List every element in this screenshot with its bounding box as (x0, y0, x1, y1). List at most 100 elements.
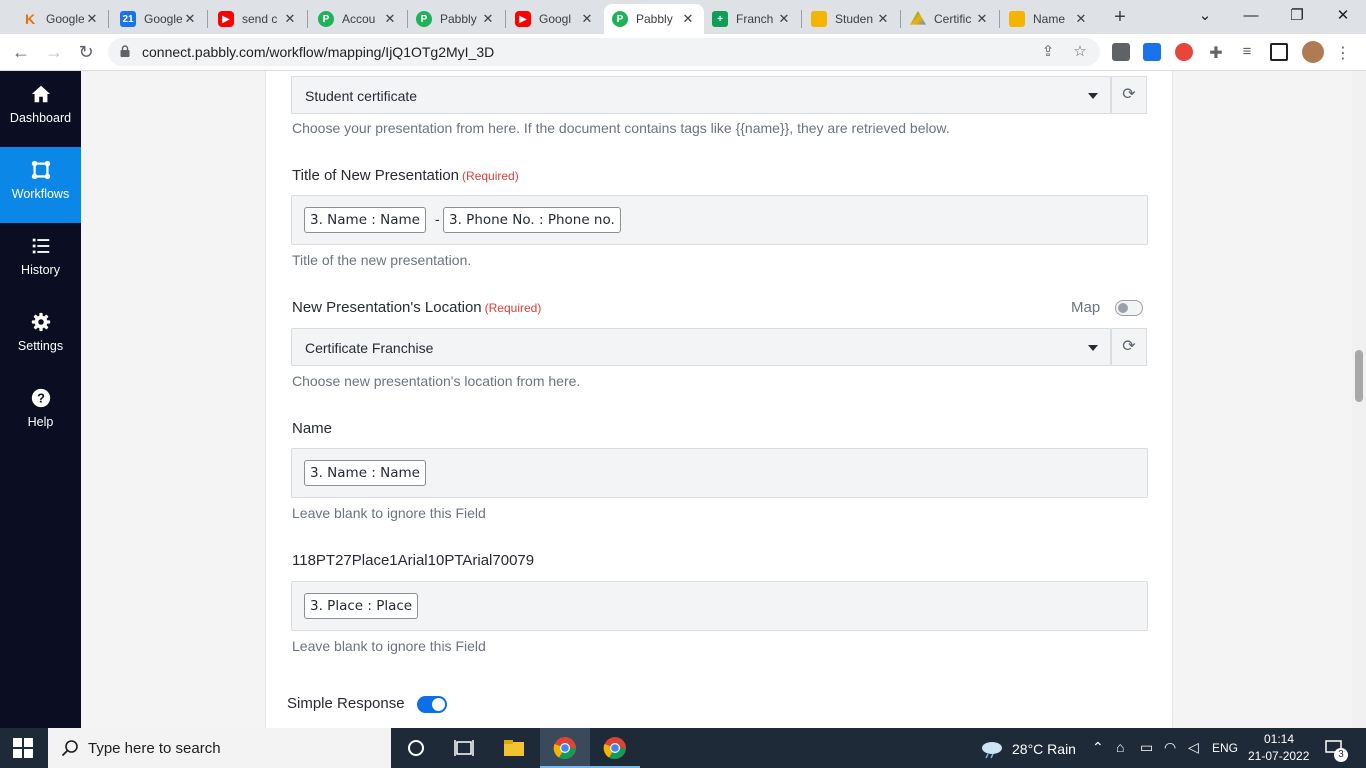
tab-title: Pabbly (440, 12, 477, 26)
sidebar-item-help[interactable]: ? Help (0, 375, 81, 451)
tab-title: Franch (736, 12, 774, 26)
new-tab-button[interactable]: + (1110, 6, 1130, 29)
toggle-knob (432, 698, 445, 711)
address-bar[interactable]: connect.pabbly.com/workflow/mapping/IjQ1… (108, 38, 1100, 66)
back-button[interactable]: ← (9, 40, 33, 64)
browser-tab[interactable]: K Google ✕ (14, 4, 108, 34)
place-mapping-field[interactable]: 3. Place : Place (291, 581, 1148, 631)
menu-kebab-icon[interactable]: ⋮ (1334, 43, 1352, 62)
bookmark-star-icon[interactable]: ☆ (1070, 42, 1090, 62)
chrome-taskbar-button-active[interactable] (540, 728, 590, 768)
browser-tab-active[interactable]: P Pabbly ✕ (604, 4, 704, 34)
browser-tab[interactable]: Name ✕ (1001, 4, 1097, 34)
media-control-icon[interactable]: ≡ (1238, 43, 1256, 61)
map-toggle[interactable] (1115, 300, 1143, 316)
weather-text[interactable]: 28°C Rain (1012, 741, 1076, 757)
k-icon: K (24, 11, 36, 27)
close-tab-icon[interactable]: ✕ (282, 11, 298, 27)
place-help-text: Leave blank to ignore this Field (292, 638, 486, 654)
pokeball-extension-icon[interactable] (1175, 43, 1193, 61)
browser-tab[interactable]: P Accou ✕ (310, 4, 406, 34)
title-help-text: Title of the new presentation. (292, 252, 472, 268)
simple-response-label: Simple Response (287, 695, 405, 712)
sidebar-item-settings[interactable]: Settings (0, 299, 81, 375)
task-view-icon[interactable] (452, 736, 476, 760)
battery-icon[interactable]: ▭ (1140, 739, 1153, 756)
title-mapping-field[interactable]: 3. Name : Name - 3. Phone No. : Phone no… (291, 195, 1148, 245)
mapped-value-chip[interactable]: 3. Name : Name (304, 460, 426, 486)
location-select[interactable]: Certificate Franchise (291, 328, 1111, 366)
restore-button[interactable]: ❐ (1274, 4, 1320, 28)
tab-separator (801, 10, 802, 28)
tab-search-icon[interactable]: ⌄ (1182, 4, 1228, 28)
close-tab-icon[interactable]: ✕ (84, 11, 100, 27)
volume-icon[interactable]: ◁ (1188, 739, 1199, 756)
page-scrollbar[interactable] (1352, 71, 1366, 728)
refresh-presentation-button[interactable]: ⟳ (1111, 76, 1147, 114)
close-tab-icon[interactable]: ✕ (974, 11, 990, 27)
pabbly-icon: P (318, 11, 334, 27)
close-tab-icon[interactable]: ✕ (382, 11, 398, 27)
slides-icon (811, 11, 827, 27)
name-help-text: Leave blank to ignore this Field (292, 505, 486, 521)
label-text: Title of New Presentation (292, 167, 460, 184)
tab-title: Name (1033, 12, 1066, 26)
clock-time[interactable]: 01:14 (1264, 732, 1294, 746)
sidebar-item-workflows[interactable]: Workflows (0, 147, 81, 223)
tab-separator (505, 10, 506, 28)
clock-date[interactable]: 21-07-2022 (1248, 749, 1309, 763)
minimize-button[interactable]: — (1228, 4, 1274, 28)
name-mapping-field[interactable]: 3. Name : Name (291, 448, 1148, 498)
sidebar: Dashboard Workflows History Settings ? H… (0, 71, 81, 728)
taskbar-search-box[interactable]: Type here to search (48, 728, 391, 768)
language-indicator[interactable]: ENG (1212, 741, 1238, 755)
puzzle-icon[interactable]: ✚ (1207, 43, 1225, 62)
chrome-profile-taskbar-button[interactable] (590, 728, 640, 768)
forward-button[interactable]: → (42, 40, 66, 64)
wifi-icon[interactable]: ◠ (1164, 739, 1176, 756)
avatar[interactable] (1302, 41, 1324, 63)
tab-separator (207, 10, 208, 28)
browser-tab[interactable]: 21 Google ✕ (112, 4, 206, 34)
chevron-up-icon[interactable]: ⌃ (1092, 739, 1104, 756)
close-tab-icon[interactable]: ✕ (579, 11, 595, 27)
mapped-value-chip[interactable]: 3. Name : Name (304, 207, 426, 233)
file-explorer-icon[interactable] (502, 736, 526, 760)
mapped-value-chip[interactable]: 3. Place : Place (304, 593, 419, 619)
tab-strip: K Google ✕ 21 Google ✕ ▶ send c ✕ P Acco… (0, 0, 1366, 34)
weather-cloud-icon[interactable] (980, 736, 1004, 760)
cortana-icon[interactable] (404, 736, 428, 760)
close-tab-icon[interactable]: ✕ (480, 11, 496, 27)
extension-icon[interactable] (1143, 43, 1161, 61)
windows-start-icon[interactable] (13, 738, 33, 758)
scrollbar-thumb[interactable] (1355, 350, 1363, 402)
side-panel-icon[interactable] (1270, 43, 1288, 61)
mapped-value-chip[interactable]: 3. Phone No. : Phone no. (443, 207, 621, 233)
name-field-label: Name (292, 420, 333, 437)
refresh-location-button[interactable]: ⟳ (1111, 328, 1147, 366)
browser-tab[interactable]: Studen ✕ (803, 4, 899, 34)
sidebar-item-label: History (21, 263, 60, 277)
share-icon[interactable]: ⇪ (1038, 42, 1058, 62)
browser-tab[interactable]: + Franch ✕ (704, 4, 800, 34)
simple-response-toggle[interactable] (417, 696, 447, 713)
browser-tab[interactable]: Certific ✕ (902, 4, 998, 34)
browser-tab[interactable]: P Pabbly ✕ (408, 4, 504, 34)
question-icon: ? (31, 388, 50, 408)
sidebar-item-label: Help (27, 415, 54, 429)
search-icon (61, 740, 78, 757)
browser-tab[interactable]: ▶ send c ✕ (210, 4, 306, 34)
sidebar-item-history[interactable]: History (0, 223, 81, 299)
close-window-button[interactable]: ✕ (1320, 4, 1366, 28)
close-tab-icon[interactable]: ✕ (1073, 11, 1089, 27)
reload-button[interactable]: ↻ (74, 40, 98, 64)
close-tab-icon[interactable]: ✕ (776, 11, 792, 27)
close-tab-icon[interactable]: ✕ (680, 11, 696, 27)
sidebar-item-dashboard[interactable]: Dashboard (0, 71, 81, 147)
network-device-icon[interactable]: ⌂ (1116, 739, 1124, 755)
close-tab-icon[interactable]: ✕ (182, 11, 198, 27)
close-tab-icon[interactable]: ✕ (875, 11, 891, 27)
extension-icon[interactable] (1112, 43, 1130, 61)
browser-tab[interactable]: ▶ Googl ✕ (507, 4, 603, 34)
presentation-select[interactable]: Student certificate (291, 76, 1111, 114)
